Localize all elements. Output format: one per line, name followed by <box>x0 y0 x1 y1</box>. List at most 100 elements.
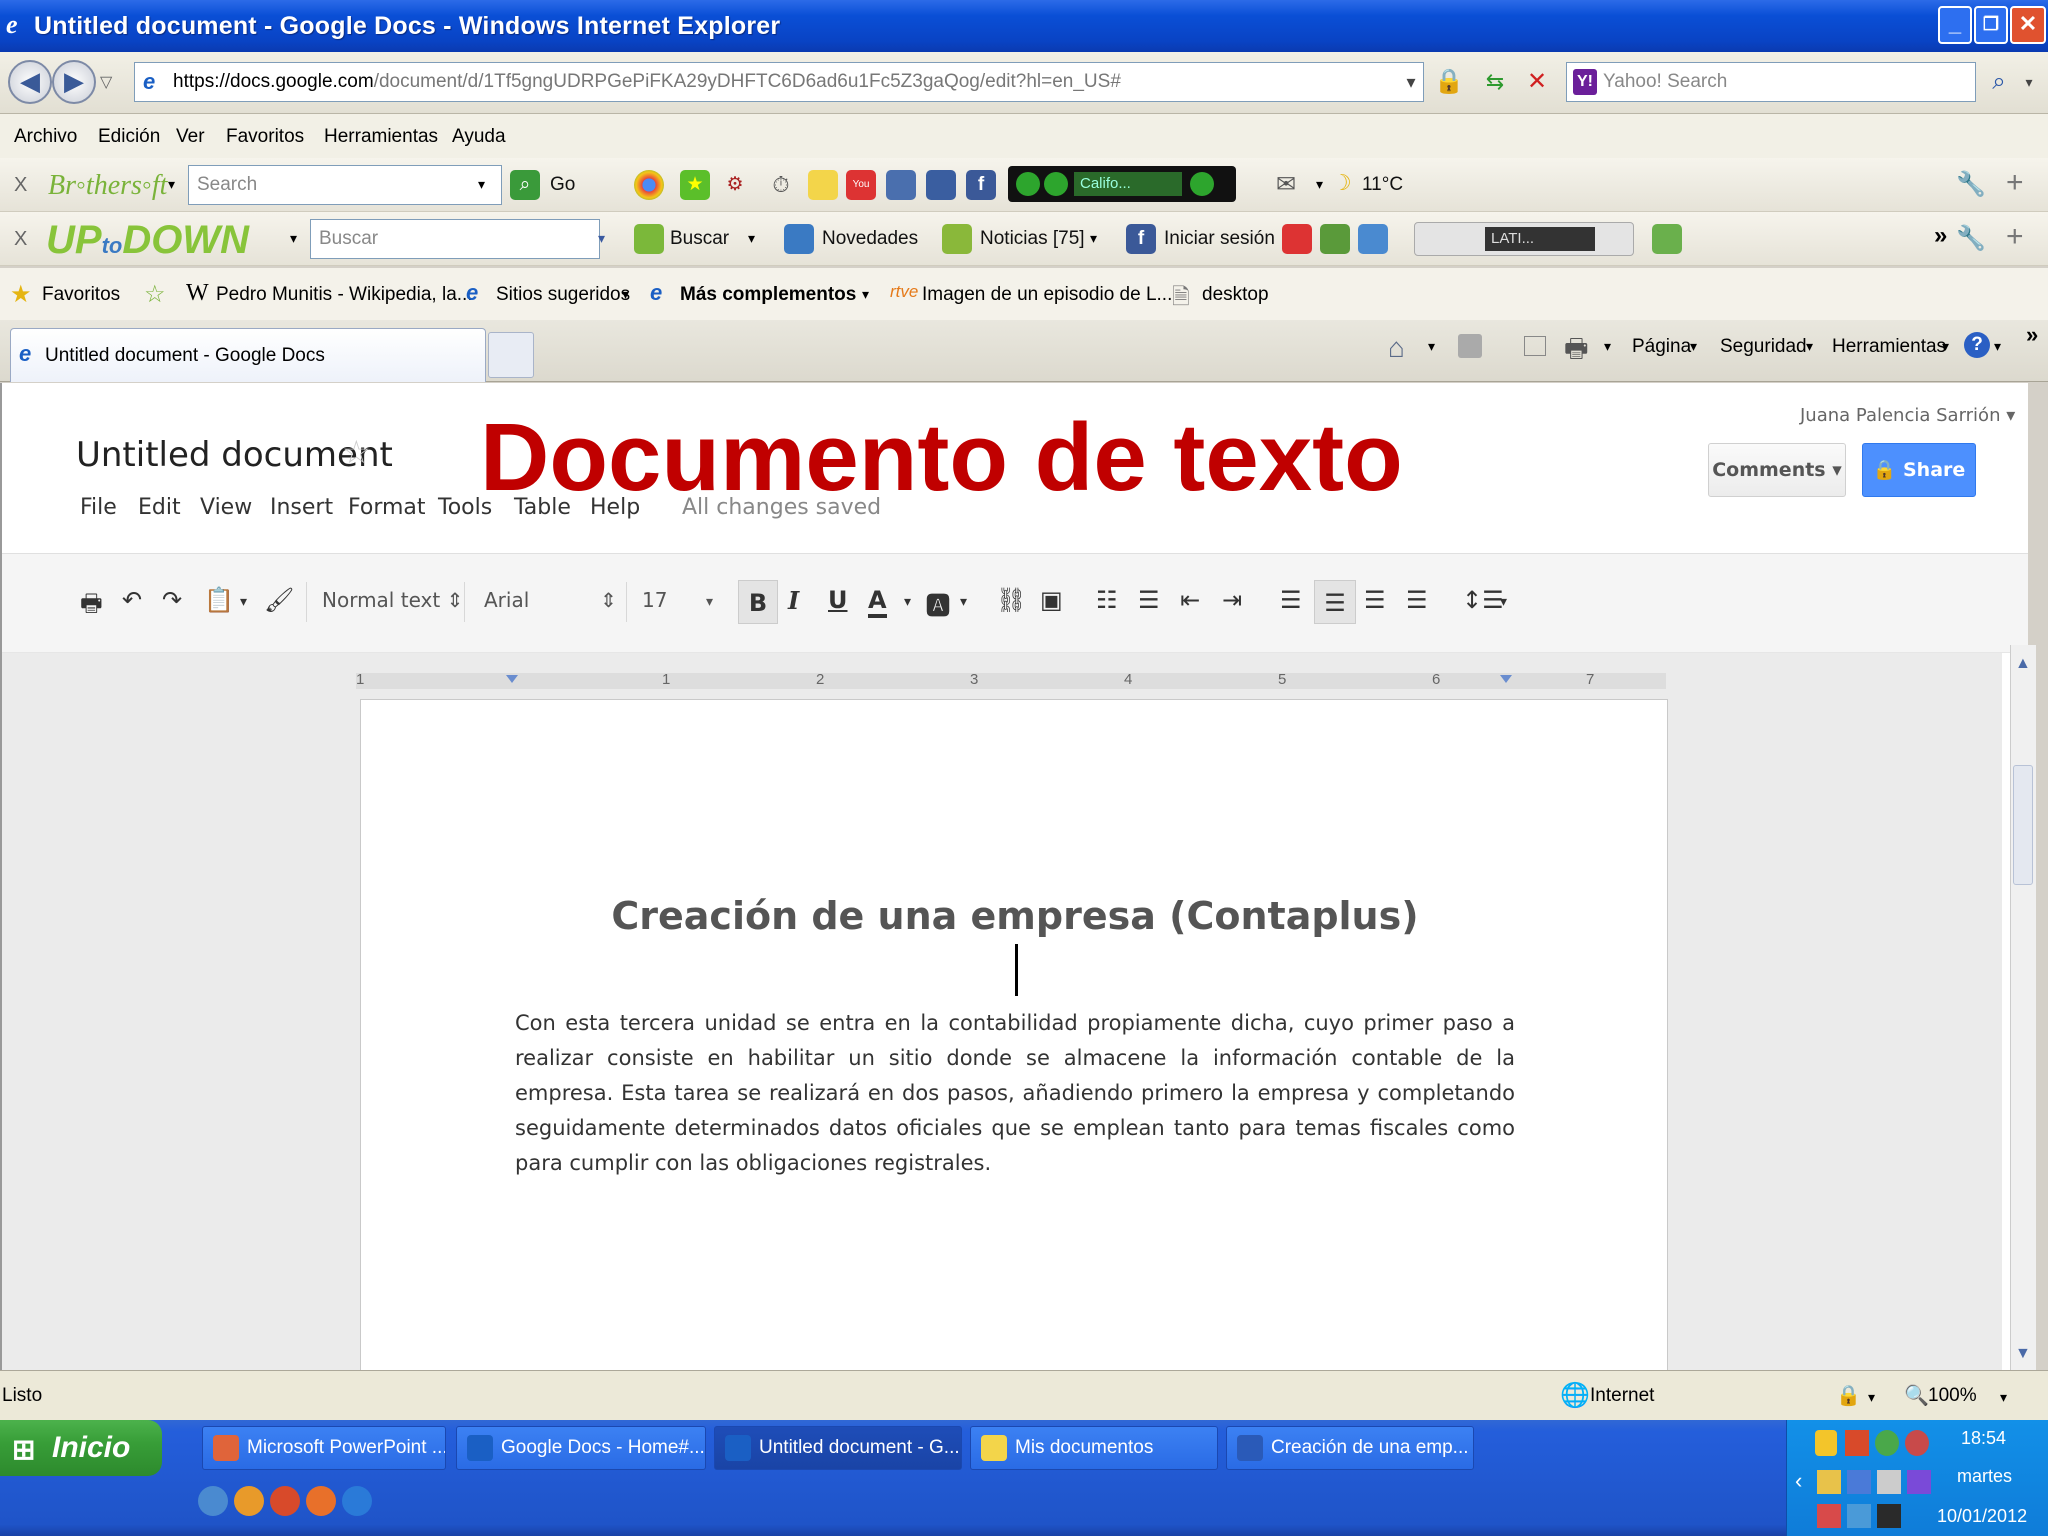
quicklaunch-firefox-icon[interactable] <box>306 1486 336 1516</box>
new-tab-button[interactable] <box>488 332 534 378</box>
text-color-dropdown-icon[interactable]: ▾ <box>904 594 911 610</box>
tray-monitor-icon[interactable] <box>1847 1504 1871 1528</box>
youtube-icon[interactable] <box>1282 224 1312 254</box>
quicklaunch-ie-icon[interactable] <box>342 1486 372 1516</box>
start-button[interactable]: ⊞ Inicio <box>0 1420 162 1476</box>
buscar-icon[interactable] <box>634 224 664 254</box>
herramientas-dropdown-icon[interactable]: ▾ <box>1942 338 1949 355</box>
add-favorite-icon[interactable]: ☆ <box>144 280 166 309</box>
size-select[interactable]: 17 <box>642 588 667 612</box>
pause-icon[interactable] <box>1044 172 1068 196</box>
favoritos-button[interactable]: Favoritos <box>42 284 120 306</box>
volume-icon[interactable] <box>1877 1470 1901 1494</box>
tray-app-icon[interactable] <box>1817 1470 1841 1494</box>
network-icon[interactable] <box>1875 1430 1899 1456</box>
link-icon[interactable]: ⛓ <box>996 586 1026 614</box>
scroll-up-icon[interactable]: ▲ <box>2015 655 2031 673</box>
minimize-button[interactable]: _ <box>1938 6 1972 44</box>
paste-icon[interactable]: 📋 <box>204 586 234 614</box>
uptodown-search-input[interactable]: Buscar <box>310 219 600 259</box>
thumbs-up-icon[interactable] <box>1320 224 1350 254</box>
task-untitled-document[interactable]: Untitled document - G... <box>714 1426 962 1470</box>
highlight-color-button[interactable]: 🅰 <box>926 586 950 621</box>
add-icon[interactable]: + <box>2006 166 2024 200</box>
paste-dropdown-icon[interactable]: ▾ <box>240 594 247 610</box>
yahoo-search-input[interactable]: Y! Yahoo! Search <box>1566 62 1976 102</box>
font-select-arrows-icon[interactable]: ⇕ <box>600 588 617 612</box>
fav-mas-complementos[interactable]: Más complementos <box>680 284 856 306</box>
align-center-icon[interactable]: ☰ <box>1314 580 1356 624</box>
back-button[interactable]: ◀ <box>8 60 52 104</box>
print-dropdown-icon[interactable]: ▾ <box>1604 338 1611 355</box>
novedades-icon[interactable] <box>784 224 814 254</box>
underline-button[interactable]: U <box>828 586 848 614</box>
forward-button[interactable]: ▶ <box>52 60 96 104</box>
clock-time[interactable]: 18:54 <box>1961 1428 2006 1449</box>
menu-archivo[interactable]: Archivo <box>14 126 77 148</box>
buscar-dropdown-icon[interactable]: ▾ <box>748 230 755 247</box>
close-button[interactable]: ✕ <box>2010 6 2046 44</box>
mail-app-icon[interactable] <box>1652 224 1682 254</box>
fav-desktop[interactable]: desktop <box>1202 284 1269 306</box>
history-dropdown-icon[interactable]: ▽ <box>100 72 112 92</box>
star-app-icon[interactable]: ★ <box>680 170 710 200</box>
stop-icon[interactable]: ✕ <box>1520 62 1554 102</box>
tab-google-docs[interactable]: e Untitled document - Google Docs <box>10 328 486 382</box>
menu-favoritos[interactable]: Favoritos <box>226 126 304 148</box>
bulleted-list-icon[interactable]: ☰ <box>1138 586 1160 614</box>
mail-dropdown-icon[interactable]: ▾ <box>1316 176 1323 193</box>
seguridad-dropdown-icon[interactable]: ▾ <box>1806 338 1813 355</box>
search-dropdown-icon[interactable]: ▾ <box>2012 62 2046 102</box>
task-mis-documentos[interactable]: Mis documentos <box>970 1426 1218 1470</box>
youtube-icon[interactable]: You <box>846 170 876 200</box>
task-powerpoint[interactable]: Microsoft PowerPoint ... <box>202 1426 446 1470</box>
search-dropdown-icon[interactable]: ▾ <box>598 230 605 247</box>
sitios-dropdown-icon[interactable]: ▾ <box>622 286 629 303</box>
help-dropdown-icon[interactable]: ▾ <box>1994 338 2001 355</box>
uptodown-dropdown-icon[interactable]: ▾ <box>290 230 297 247</box>
add-icon[interactable]: + <box>2006 220 2024 254</box>
go-search-icon[interactable]: ⌕ <box>510 170 540 200</box>
iniciar-sesion-button[interactable]: Iniciar sesión <box>1164 228 1275 250</box>
favorites-star-icon[interactable]: ★ <box>10 280 32 309</box>
chrome-icon[interactable] <box>634 170 664 200</box>
volume-icon[interactable] <box>1190 172 1214 196</box>
share-nodes-icon[interactable]: ⚙ <box>720 170 750 200</box>
pagina-menu[interactable]: Página <box>1632 336 1691 358</box>
play-icon[interactable] <box>1016 172 1040 196</box>
bold-button[interactable]: B <box>738 580 778 624</box>
quicklaunch-app-icon[interactable] <box>270 1486 300 1516</box>
go-button[interactable]: Go <box>550 174 575 196</box>
tray-alert-icon[interactable] <box>1817 1504 1841 1528</box>
grid-icon[interactable] <box>926 170 956 200</box>
noticias-button[interactable]: Noticias [75] <box>980 228 1085 250</box>
docs-menu-format[interactable]: Format <box>348 495 426 520</box>
protected-dropdown-icon[interactable]: ▾ <box>1868 1389 1875 1406</box>
docs-menu-file[interactable]: File <box>80 495 117 520</box>
media-icon[interactable] <box>886 170 916 200</box>
numbered-list-icon[interactable]: ☷ <box>1096 586 1118 614</box>
timer-icon[interactable]: ⏱ <box>766 170 796 200</box>
undo-icon[interactable]: ↶ <box>122 586 142 614</box>
update-icon[interactable] <box>1905 1430 1929 1456</box>
lock-icon[interactable]: 🔒 <box>1432 62 1466 102</box>
zoom-dropdown-icon[interactable]: ▾ <box>2000 1389 2007 1406</box>
more-chevron-icon[interactable]: » <box>1934 222 1947 250</box>
tray-expand-icon[interactable]: ‹ <box>1795 1468 1802 1494</box>
globe-icon[interactable] <box>1358 224 1388 254</box>
align-left-icon[interactable]: ☰ <box>1280 586 1302 614</box>
align-right-icon[interactable]: ☰ <box>1364 586 1386 614</box>
wrench-icon[interactable]: 🔧 <box>1956 224 1986 253</box>
radio-station[interactable]: LATI... <box>1485 227 1595 251</box>
help-icon[interactable]: ? <box>1964 332 1990 358</box>
italic-button[interactable]: I <box>788 586 799 615</box>
facebook-icon[interactable]: f <box>966 170 996 200</box>
more-chevron-icon[interactable]: » <box>2026 322 2038 348</box>
decrease-indent-icon[interactable]: ⇤ <box>1180 586 1200 614</box>
insert-image-icon[interactable]: ▣ <box>1040 586 1063 614</box>
player-track[interactable]: Califo... <box>1074 172 1182 196</box>
ruler[interactable]: 1 1 2 3 4 5 6 7 <box>356 671 1666 691</box>
seguridad-menu[interactable]: Seguridad <box>1720 336 1807 358</box>
star-icon[interactable]: ☆ <box>342 433 371 471</box>
zoom-icon[interactable]: 🔍 <box>1904 1383 1929 1408</box>
